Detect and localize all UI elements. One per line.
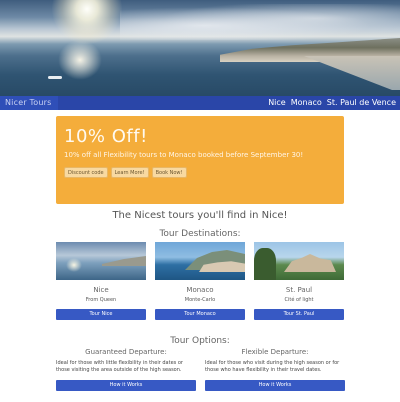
promo-banner: 10% Off! 10% off all Flexibility tours t… [56,116,344,204]
options-heading: Tour Options: [170,336,230,346]
nice-photo [56,242,146,280]
book-now-button[interactable]: Book Now! [151,167,187,178]
promo-text: 10% off all Flexibility tours to Monaco … [64,151,304,159]
discount-code-button[interactable]: Discount code [64,167,108,178]
how-it-works-guaranteed-button[interactable]: How it Works [56,380,196,391]
option-text: Ideal for those who visit during the hig… [205,360,340,373]
boat [48,76,62,79]
learn-more-button[interactable]: Learn More! [110,167,149,178]
clouds [120,4,400,40]
promo-buttons: Discount code Learn More! Book Now! [64,167,336,178]
destination-name: Monaco [186,286,214,294]
destination-card-nice: Nice From Queen Tour Nice [56,242,146,320]
hero-image [0,0,400,96]
destinations-heading: Tour Destinations: [159,229,241,239]
option-title: Guaranteed Departure: [85,348,167,356]
navbar: Nicer Tours Nice Monaco St. Paul de Venc… [0,96,400,110]
how-it-works-flexible-button[interactable]: How it Works [205,380,345,391]
destination-name: St. Paul [285,286,313,294]
option-text: Ideal for those with little flexibility … [56,360,183,373]
nav-links: Nice Monaco St. Paul de Vence [268,96,400,110]
destination-name: Nice [93,286,109,294]
tour-nice-button[interactable]: Tour Nice [56,309,146,320]
page-headline: The Nicest tours you'll find in Nice! [112,210,288,221]
nav-link-st-paul[interactable]: St. Paul de Vence [327,96,396,110]
destination-desc: Cité of light [284,297,314,303]
destination-desc: Monte-Carlo [184,297,216,303]
destination-card-st-paul: St. Paul Cité of light Tour St. Paul [254,242,344,320]
option-flexible: Flexible Departure: Ideal for those who … [205,348,345,391]
sea-glare [58,40,102,80]
nav-link-monaco[interactable]: Monaco [291,96,322,110]
destination-card-monaco: Monaco Monte-Carlo Tour Monaco [155,242,245,320]
nav-link-nice[interactable]: Nice [268,96,286,110]
brand-link[interactable]: Nicer Tours [0,96,58,110]
destination-desc: From Queen [85,297,117,303]
tour-st-paul-button[interactable]: Tour St. Paul [254,309,344,320]
tour-monaco-button[interactable]: Tour Monaco [155,309,245,320]
option-title: Flexible Departure: [241,348,309,356]
monaco-photo [155,242,245,280]
promo-title: 10% Off! [64,126,148,147]
sun-glow [52,0,122,44]
st-paul-photo [254,242,344,280]
option-guaranteed: Guaranteed Departure: Ideal for those wi… [56,348,196,391]
